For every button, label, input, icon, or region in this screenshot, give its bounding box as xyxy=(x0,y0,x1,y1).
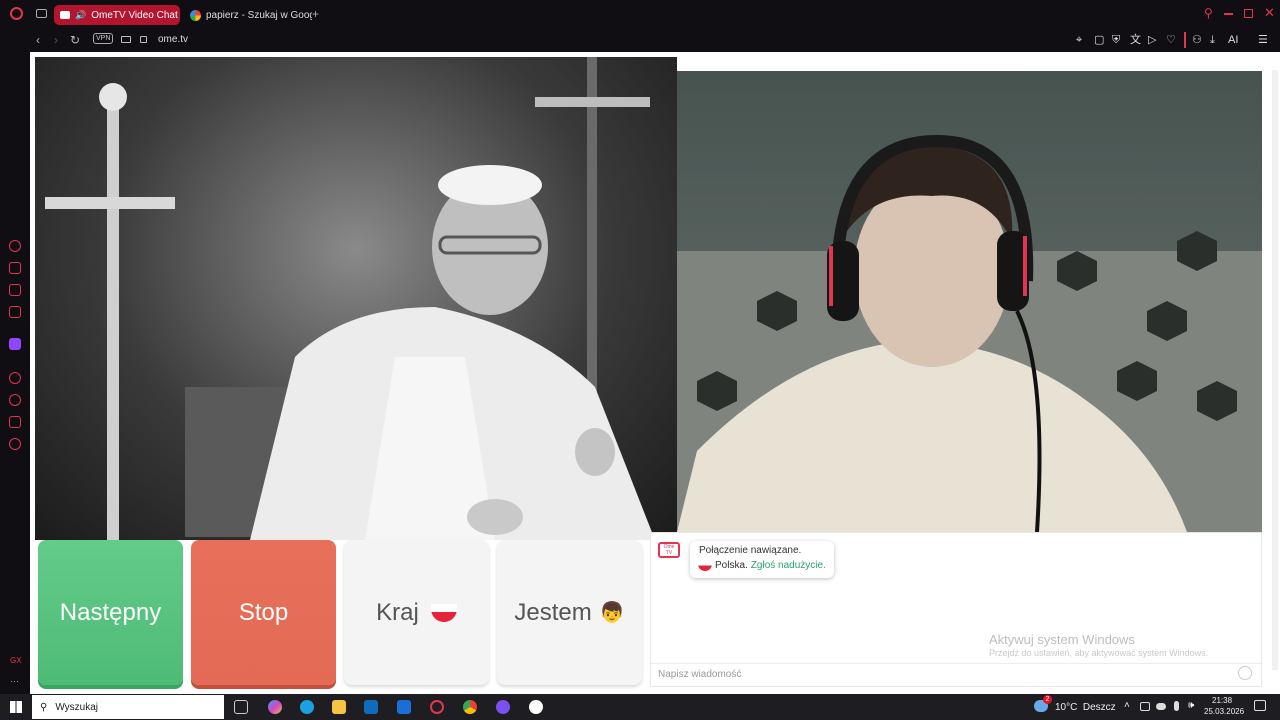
windows-taskbar: ⚲ Wyszukaj 2 10°C Deszcz ˄ 🕪 21:38 25.03… xyxy=(0,694,1280,720)
emoji-icon[interactable] xyxy=(1238,666,1252,680)
tab-google[interactable]: papierz - Szukaj w Google xyxy=(184,5,312,25)
search-tabs-icon[interactable]: ⚲ xyxy=(1204,6,1213,20)
tray-chevron-icon[interactable]: ˄ xyxy=(1124,700,1130,711)
camera-icon[interactable] xyxy=(121,36,131,43)
heart-icon[interactable]: ♡ xyxy=(1166,33,1176,47)
opera-taskbar-icon[interactable] xyxy=(430,700,444,714)
copilot-icon[interactable] xyxy=(268,700,282,714)
maximize-icon[interactable] xyxy=(1244,9,1253,18)
translate-icon[interactable]: 文 xyxy=(1130,33,1141,47)
windows-activation-title: Aktywuj system Windows xyxy=(989,632,1135,647)
speaker-icon[interactable]: 🔊 xyxy=(75,10,86,21)
boy-emoji-icon: 👦 xyxy=(599,602,625,624)
poland-flag-icon xyxy=(430,603,457,622)
search-icon: ⚲ xyxy=(40,701,48,713)
page-scrollbar[interactable] xyxy=(1272,70,1278,670)
edge-icon[interactable] xyxy=(300,700,314,714)
stranger-video xyxy=(35,57,677,540)
message-placeholder: Napisz wiadomość xyxy=(658,669,742,680)
country-label: Kraj xyxy=(376,598,419,626)
chrome-icon[interactable] xyxy=(463,700,477,714)
pin-icon[interactable]: ⌖ xyxy=(1076,33,1082,47)
ai-button[interactable]: AI xyxy=(1228,33,1238,47)
weather-text[interactable]: 10°C Deszcz xyxy=(1055,702,1116,713)
address-bar: ‹ › ↻ VPN ome.tv ⌖ ▢ ⛨ 文 ▷ ♡ ⚇ ⤓ AI ☰ xyxy=(0,28,1280,52)
history-icon[interactable] xyxy=(9,394,21,406)
ometv-logo-icon: Ome TV xyxy=(658,542,680,558)
country-button[interactable]: Kraj xyxy=(344,540,489,685)
url-field[interactable]: ome.tv xyxy=(158,34,188,45)
download-icon[interactable]: ⤓ xyxy=(1210,33,1215,47)
clock-date[interactable]: 25.03.2026 xyxy=(1204,707,1244,716)
onedrive-icon[interactable] xyxy=(1156,703,1166,710)
poland-flag-small-icon xyxy=(698,560,712,571)
clock-time[interactable]: 21:38 xyxy=(1212,696,1232,705)
mail-app-icon[interactable] xyxy=(397,700,411,714)
browser-tab-bar: 🔊 OmeTV Video Chat — papierz - Szukaj w … xyxy=(0,0,1280,28)
twitch-icon[interactable] xyxy=(9,338,21,350)
opera-logo-icon[interactable] xyxy=(10,7,23,20)
close-icon[interactable]: ✕ xyxy=(1264,5,1275,21)
minimize-icon[interactable] xyxy=(1224,13,1233,15)
task-view-icon[interactable] xyxy=(234,700,248,714)
reload-icon[interactable]: ↻ xyxy=(70,33,80,47)
tab-label: papierz - Szukaj w Google xyxy=(206,9,312,21)
account-icon[interactable]: ⚇ xyxy=(1192,33,1202,47)
shield-icon[interactable]: ⛨ xyxy=(1112,33,1120,47)
separator xyxy=(1184,32,1186,48)
play-icon[interactable]: ▷ xyxy=(1148,33,1156,47)
microphone-icon[interactable] xyxy=(1174,701,1179,711)
gender-button[interactable]: Jestem 👦 xyxy=(497,540,642,685)
taskbar-search[interactable]: ⚲ Wyszukaj xyxy=(32,695,224,719)
back-icon[interactable]: ‹ xyxy=(36,33,40,47)
forward-icon[interactable]: › xyxy=(54,33,58,47)
app-icon[interactable] xyxy=(529,700,543,714)
mail-icon[interactable] xyxy=(9,306,21,318)
windows-activation-subtitle: Przejdź do ustawień, aby aktywować syste… xyxy=(989,648,1209,658)
menu-icon[interactable]: ☰ xyxy=(1258,33,1268,47)
message-input[interactable]: Napisz wiadomość xyxy=(650,663,1262,685)
vpn-badge[interactable]: VPN xyxy=(93,33,114,44)
discord-icon[interactable] xyxy=(496,700,510,714)
more-icon[interactable]: ··· xyxy=(10,676,19,686)
file-explorer-icon[interactable] xyxy=(332,700,346,714)
messenger-icon[interactable] xyxy=(9,262,21,274)
gx-icon[interactable]: GX xyxy=(10,656,22,665)
stop-button[interactable]: Stop xyxy=(191,540,336,685)
connection-status: Połączenie nawiązane. xyxy=(699,545,802,556)
next-label: Następny xyxy=(59,598,162,626)
gender-label: Jestem xyxy=(514,598,592,626)
windows-start-icon[interactable] xyxy=(10,701,22,713)
search-placeholder: Wyszukaj xyxy=(55,701,99,713)
self-video xyxy=(677,71,1262,532)
store-icon[interactable] xyxy=(364,700,378,714)
ometv-favicon-icon xyxy=(60,11,70,19)
volume-icon[interactable]: 🕪 xyxy=(1188,700,1194,711)
stop-label: Stop xyxy=(238,598,289,626)
snapshot-icon[interactable]: ▢ xyxy=(1094,33,1104,47)
ometv-logo-label: Ome TV xyxy=(663,544,675,556)
system-message: Połączenie nawiązane. Polska. Zgłoś nadu… xyxy=(690,541,834,578)
weather-badge: 2 xyxy=(1043,695,1052,704)
tab-ometv[interactable]: 🔊 OmeTV Video Chat — xyxy=(54,5,180,25)
player-icon[interactable] xyxy=(9,372,21,384)
extensions-icon[interactable] xyxy=(9,416,21,428)
notifications-icon[interactable] xyxy=(1254,700,1266,711)
new-tab-icon[interactable]: + xyxy=(312,7,319,21)
tab-label: OmeTV Video Chat — xyxy=(91,9,180,21)
google-favicon-icon xyxy=(190,9,201,21)
lock-icon xyxy=(140,36,147,43)
ai-label: AI xyxy=(1228,34,1239,46)
network-icon[interactable] xyxy=(1140,702,1150,711)
country-text: Polska. xyxy=(715,560,748,571)
next-button[interactable]: Następny xyxy=(38,540,183,685)
browser-sidebar: GX ··· xyxy=(0,52,30,694)
self-video-image xyxy=(677,134,1262,532)
report-link[interactable]: Zgłoś nadużycie. xyxy=(751,560,826,571)
telegram-icon[interactable] xyxy=(9,284,21,296)
stranger-video-image xyxy=(45,57,655,540)
workspaces-icon[interactable] xyxy=(36,9,47,18)
aria-icon[interactable] xyxy=(9,240,21,252)
settings-icon[interactable] xyxy=(9,438,21,450)
